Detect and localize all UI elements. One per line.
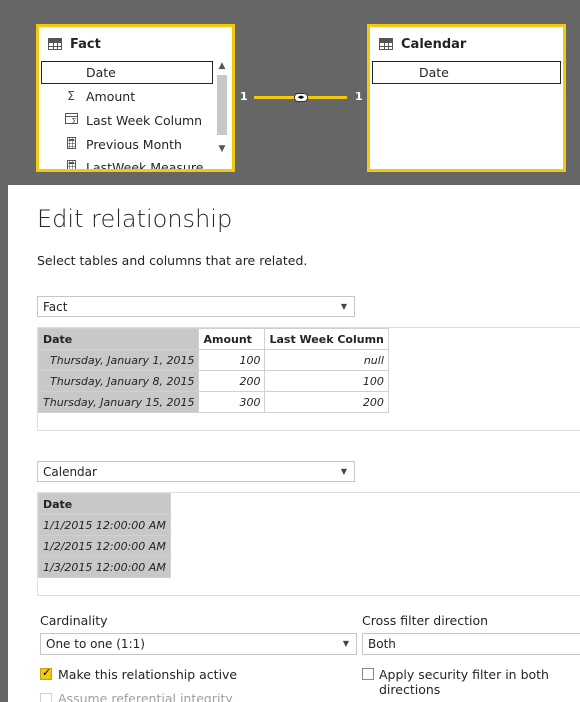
- table-cell: Thursday, January 8, 2015: [37, 370, 200, 392]
- field-label: Last Week Column: [86, 112, 203, 128]
- table-row: Thursday, January 15, 2015 300 200: [37, 391, 389, 413]
- chevron-up-icon[interactable]: ▲: [215, 61, 229, 71]
- make-active-label[interactable]: Make this relationship active: [58, 667, 237, 682]
- relationship-left-cardinality: 1: [240, 90, 248, 103]
- table-row: 1/1/2015 12:00:00 AM: [38, 514, 171, 536]
- dialog-subtitle: Select tables and columns that are relat…: [37, 253, 308, 268]
- table-cell: Thursday, January 15, 2015: [37, 391, 200, 413]
- table-cell: Thursday, January 1, 2015: [37, 349, 200, 371]
- bidirectional-arrows-icon[interactable]: ◂▸: [294, 93, 308, 102]
- table-icon: [379, 38, 393, 50]
- calendar-field-date[interactable]: Date: [372, 61, 561, 84]
- table-cell: 100: [264, 370, 389, 392]
- chevron-down-icon: ▼: [342, 639, 349, 648]
- calendar-table-title: Calendar: [401, 36, 467, 52]
- security-filter-label[interactable]: Apply security filter in both directions: [379, 667, 580, 697]
- calculated-column-icon: [64, 113, 78, 127]
- canvas-edge: [0, 185, 8, 702]
- table1-preview-grid: Date Amount Last Week Column Thursday, J…: [37, 328, 389, 413]
- table-row: 1/3/2015 12:00:00 AM: [38, 556, 171, 578]
- edit-relationship-dialog: Edit relationship Select tables and colu…: [8, 185, 580, 702]
- table2-dropdown[interactable]: Calendar ▼: [37, 461, 355, 482]
- table-cell: null: [264, 349, 389, 371]
- column-header-date[interactable]: Date: [38, 493, 171, 515]
- cardinality-dropdown[interactable]: One to one (1:1) ▼: [40, 633, 357, 655]
- referential-integrity-checkbox[interactable]: [40, 693, 52, 702]
- table-cell: 1/1/2015 12:00:00 AM: [38, 514, 171, 536]
- chevron-down-icon[interactable]: ▼: [215, 144, 229, 154]
- cardinality-value: One to one (1:1): [46, 637, 145, 651]
- fact-card-scrollbar[interactable]: ▲ ▼: [215, 61, 229, 169]
- column-header-amount[interactable]: Amount: [198, 328, 266, 350]
- cross-filter-dropdown[interactable]: Both: [362, 633, 580, 655]
- calculator-icon: [64, 136, 78, 152]
- field-label: Amount: [86, 88, 136, 104]
- column-header-date[interactable]: Date: [37, 328, 200, 350]
- relationship-right-cardinality: 1: [355, 90, 363, 103]
- cross-filter-label: Cross filter direction: [362, 613, 489, 628]
- table-cell: 1/3/2015 12:00:00 AM: [38, 556, 171, 578]
- fact-field-lastweek-measure[interactable]: LastWeek Measure: [64, 156, 204, 172]
- table-row: Thursday, January 8, 2015 200 100: [37, 370, 389, 392]
- sigma-icon: Σ: [67, 89, 75, 103]
- table-cell: 200: [198, 370, 266, 392]
- calendar-table-header[interactable]: Calendar: [370, 27, 563, 61]
- scrollbar-thumb[interactable]: [217, 75, 227, 135]
- table1-dropdown[interactable]: Fact ▼: [37, 296, 355, 317]
- field-label: LastWeek Measure: [86, 159, 204, 172]
- table-cell: 1/2/2015 12:00:00 AM: [38, 535, 171, 557]
- table-cell: 300: [198, 391, 266, 413]
- table-row: Thursday, January 1, 2015 100 null: [37, 349, 389, 371]
- table2-preview: Date 1/1/2015 12:00:00 AM 1/2/2015 12:00…: [37, 492, 580, 596]
- dialog-title: Edit relationship: [37, 205, 233, 233]
- referential-integrity-label: Assume referential integrity: [58, 691, 233, 702]
- table-header-row: Date: [38, 493, 171, 515]
- table-icon: [48, 38, 62, 50]
- chevron-down-icon: ▼: [340, 302, 347, 311]
- table-cell: 100: [198, 349, 266, 371]
- cross-filter-value: Both: [368, 637, 396, 651]
- fact-field-last-week-column[interactable]: Last Week Column: [64, 109, 202, 131]
- model-view-canvas[interactable]: Fact Date Σ Amount Last Week Column Prev…: [0, 0, 580, 185]
- table-row: 1/2/2015 12:00:00 AM: [38, 535, 171, 557]
- fact-table-title: Fact: [70, 36, 101, 52]
- cardinality-label: Cardinality: [40, 613, 108, 628]
- fact-field-date[interactable]: Date: [41, 61, 213, 84]
- table2-preview-grid: Date 1/1/2015 12:00:00 AM 1/2/2015 12:00…: [38, 493, 171, 578]
- table-header-row: Date Amount Last Week Column: [37, 328, 389, 350]
- fact-field-previous-month[interactable]: Previous Month: [64, 133, 182, 155]
- make-active-checkbox[interactable]: [40, 666, 52, 680]
- chevron-down-icon: ▼: [340, 467, 347, 476]
- table2-selected: Calendar: [43, 464, 97, 479]
- fact-field-amount[interactable]: Σ Amount: [64, 85, 135, 107]
- calendar-table-card[interactable]: Calendar Date: [367, 24, 566, 172]
- fact-table-header[interactable]: Fact: [39, 27, 232, 61]
- fact-table-card[interactable]: Fact Date Σ Amount Last Week Column Prev…: [36, 24, 235, 172]
- column-header-last-week-column[interactable]: Last Week Column: [264, 328, 389, 350]
- security-filter-checkbox[interactable]: [362, 668, 374, 680]
- table1-selected: Fact: [43, 299, 68, 314]
- table-cell: 200: [264, 391, 389, 413]
- table1-preview: Date Amount Last Week Column Thursday, J…: [37, 327, 580, 431]
- field-label: Previous Month: [86, 136, 182, 152]
- calculator-icon: [64, 159, 78, 169]
